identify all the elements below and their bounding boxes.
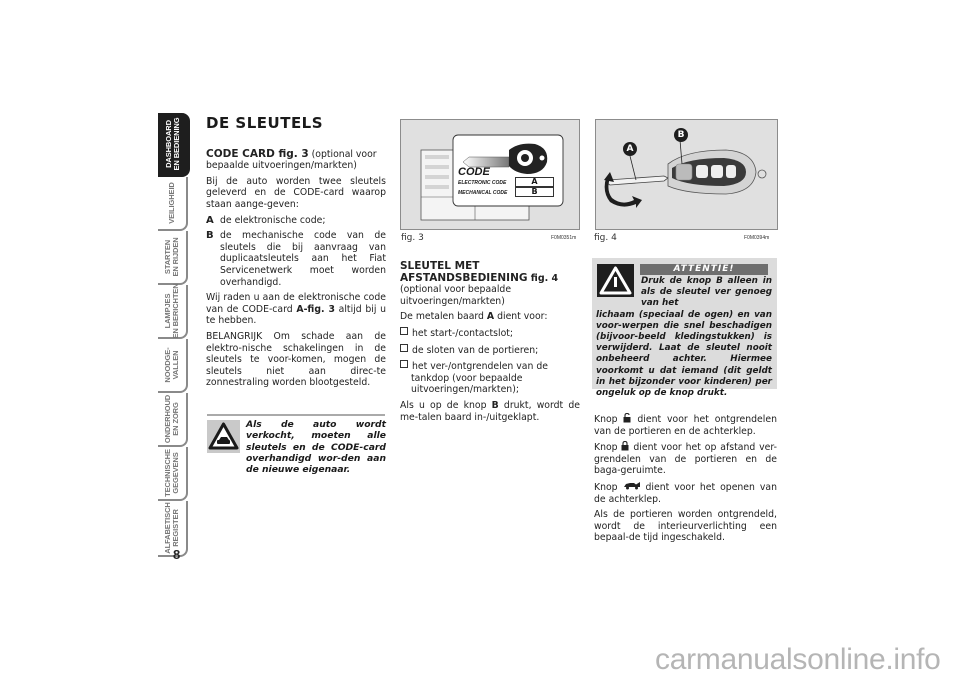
checkbox-bullet-icon	[400, 360, 408, 369]
lock-icon	[621, 441, 633, 453]
page-title: DE SLEUTELS	[206, 114, 324, 132]
mechanical-code-label: MECHANICAL CODE	[458, 190, 508, 196]
callout-b: B	[674, 128, 688, 142]
remote-key-note: (optional voor bepaalde uitvoeringen/mar…	[400, 284, 512, 307]
list-item: A de elektronische code;	[206, 214, 326, 226]
card-title: CODE	[458, 166, 490, 178]
trunk-button-paragraph: Knop dient voor het openen van de achter…	[594, 481, 777, 505]
left-column: DE SLEUTELS CODE CARD fig. 3 (optional v…	[206, 114, 386, 393]
list-item: het start-/contactslot;	[400, 326, 580, 340]
tab-noodgevallen[interactable]: NOODGE- VALLEN	[158, 339, 188, 393]
lock-button-paragraph: Knop dient voor het op afstand ver-grend…	[594, 441, 777, 477]
tab-label: DASHBOARD EN BEDIENING	[164, 117, 181, 171]
unlock-icon	[623, 412, 637, 425]
code-card-heading: CODE CARD fig. 3 (optional voor bepaalde…	[206, 147, 377, 172]
car-trunk-icon	[623, 481, 646, 493]
list-item: het ver-/ontgrendelen van de tankdop (vo…	[400, 360, 580, 396]
figure-remote-key: A B	[595, 119, 778, 230]
mechanical-code-value: B	[515, 187, 554, 197]
remote-key-heading-line2: AFSTANDSBEDIENING fig. 4	[400, 271, 559, 284]
tab-label: VEILIGHEID	[167, 182, 176, 224]
right-column: Knop dient voor het ontgrendelen van de …	[594, 412, 777, 548]
tab-starten-en-rijden[interactable]: STARTEN EN RIJDEN	[158, 231, 188, 285]
tab-label: NOODGE- VALLEN	[163, 347, 180, 383]
tab-lampjes-en-berichten[interactable]: LAMPJES EN BERICHTEN	[158, 283, 188, 339]
fig4-code: F0M0394m	[744, 235, 770, 241]
unlock-button-paragraph: Knop dient voor het ontgrendelen van de …	[594, 412, 777, 437]
car-warning-triangle-icon	[207, 420, 240, 453]
tab-label: TECHNISCHE GEGEVENS	[163, 449, 180, 497]
electronic-code-value: A	[515, 177, 554, 187]
interior-light-paragraph: Als de portieren worden ontgrendeld, wor…	[594, 509, 777, 544]
code-card-illustration	[420, 134, 564, 221]
tab-label: STARTEN EN RIJDEN	[163, 237, 180, 277]
attention-text: Druk de knop B alleen in als de sleutel …	[596, 276, 772, 399]
advice-paragraph: Wij raden u aan de elektronische code va…	[206, 292, 386, 327]
remote-key-outro: Als u op de knop B drukt, wordt de me-ta…	[400, 399, 581, 423]
list-item: de sloten van de portieren;	[400, 343, 580, 357]
figure-code-card: CODE ELECTRONIC CODE A MECHANICAL CODE B	[400, 119, 580, 230]
attention-title: ATTENTIE!	[640, 264, 768, 275]
page-number: 8	[173, 547, 181, 562]
list-item: B de mechanische code van de sleutels di…	[206, 230, 386, 288]
sale-note: Als de auto wordt verkocht, moeten alle …	[246, 419, 386, 476]
tab-dashboard-en-bediening[interactable]: DASHBOARD EN BEDIENING	[158, 113, 190, 177]
watermark: carmanualsonline.info	[655, 643, 941, 676]
fig4-caption: fig. 4	[594, 233, 617, 243]
attention-box: ATTENTIE! Druk de knop B alleen in als d…	[592, 258, 777, 398]
fig3-caption: fig. 3	[401, 233, 424, 243]
intro-paragraph: Bij de auto worden twee sleutels gelever…	[206, 175, 386, 210]
tab-label: ONDERHOUD EN ZORG	[163, 394, 180, 444]
tab-onderhoud-en-zorg[interactable]: ONDERHOUD EN ZORG	[158, 393, 188, 447]
electronic-code-label: ELECTRONIC CODE	[458, 180, 507, 186]
important-paragraph: BELANGRIJK Om schade aan de elektro-nisc…	[206, 330, 386, 389]
checkbox-bullet-icon	[400, 326, 408, 335]
remote-key-intro: De metalen baard A dient voor:	[400, 311, 548, 323]
callout-a: A	[623, 142, 637, 156]
tab-veiligheid[interactable]: VEILIGHEID	[158, 177, 188, 231]
checkbox-bullet-icon	[400, 343, 408, 352]
tab-label: ALFABETISCH REGISTER	[163, 502, 180, 554]
middle-column: SLEUTEL MET AFSTANDSBEDIENING fig. 4 (op…	[400, 260, 581, 427]
divider	[207, 414, 385, 416]
tab-technische-gegevens[interactable]: TECHNISCHE GEGEVENS	[158, 447, 188, 501]
fig3-code: F0M0351m	[551, 235, 577, 241]
tab-label: LAMPJES EN BERICHTEN	[163, 283, 180, 339]
